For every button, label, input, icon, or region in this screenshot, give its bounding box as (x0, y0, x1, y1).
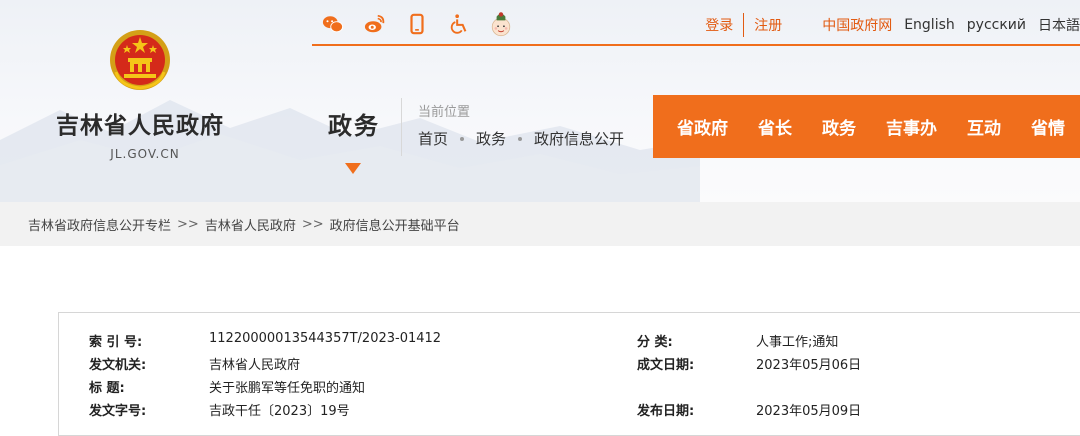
main-nav: 省政府 省长 政务 吉事办 互动 省情 (653, 95, 1080, 158)
info-row: 标 题: 关于张鹏军等任免职的通知 (59, 377, 1080, 401)
nav-item-affairs[interactable]: 政务 (822, 114, 856, 139)
nav-item-provincial-gov[interactable]: 省政府 (677, 114, 728, 139)
info-label: 成文日期: (637, 358, 695, 373)
info-value: 关于张鹏军等任免职的通知 (209, 381, 366, 396)
location-info-link[interactable]: 政府信息公开 (534, 128, 624, 149)
info-label: 索 引 号: (89, 335, 143, 350)
location-path: 首页 政务 政府信息公开 (418, 128, 624, 149)
site-domain: JL.GOV.CN (110, 147, 180, 161)
breadcrumb-separator: >> (301, 216, 324, 232)
nav-item-jishiban[interactable]: 吉事办 (886, 114, 937, 139)
info-row: 索 引 号: 11220000013544357T/2023-01412 分 类… (59, 331, 1080, 355)
wechat-icon[interactable] (322, 13, 344, 35)
info-label: 发文字号: (89, 404, 147, 419)
lang-link-japanese[interactable]: 日本語 (1038, 15, 1080, 35)
site-title[interactable]: 吉林省人民政府 (56, 106, 234, 140)
mobile-icon[interactable] (406, 13, 428, 35)
info-value: 2023年05月06日 (756, 358, 862, 373)
info-label: 发布日期: (637, 404, 695, 419)
info-label: 分 类: (637, 335, 673, 350)
info-value: 吉政干任〔2023〕19号 (209, 404, 350, 419)
login-link[interactable]: 登录 (695, 15, 743, 35)
accessibility-icon[interactable] (448, 13, 470, 35)
location-affairs-link[interactable]: 政务 (476, 128, 506, 149)
nav-item-governor[interactable]: 省长 (758, 114, 792, 139)
elder-mode-icon[interactable] (490, 12, 512, 37)
lang-link-gov-cn[interactable]: 中国政府网 (822, 15, 892, 35)
breadcrumb-item[interactable]: 吉林省政府信息公开专栏 (28, 215, 171, 234)
top-icons (322, 6, 512, 42)
info-value: 11220000013544357T/2023-01412 (209, 331, 442, 346)
header-divider (401, 98, 402, 156)
lang-link-english[interactable]: English (904, 17, 955, 33)
national-emblem-icon (110, 30, 170, 90)
info-row: 发文机关: 吉林省人民政府 成文日期: 2023年05月06日 (59, 354, 1080, 378)
register-link[interactable]: 注册 (744, 15, 792, 35)
info-label: 标 题: (89, 381, 125, 396)
weibo-icon[interactable] (364, 13, 386, 35)
nav-item-province-info[interactable]: 省情 (1031, 114, 1065, 139)
section-label: 政务 (328, 112, 380, 140)
nav-item-interaction[interactable]: 互动 (967, 114, 1001, 139)
section-arrow-icon (345, 163, 361, 174)
breadcrumb-item[interactable]: 政府信息公开基础平台 (330, 215, 460, 234)
location-separator (518, 136, 523, 141)
top-bar: 登录 注册 中国政府网 English русский 日本語 (312, 0, 1080, 46)
document-info-box: 索 引 号: 11220000013544357T/2023-01412 分 类… (58, 312, 1080, 436)
breadcrumb-separator: >> (177, 216, 199, 232)
location-home-link[interactable]: 首页 (418, 128, 448, 149)
breadcrumb-item[interactable]: 吉林省人民政府 (205, 215, 296, 234)
location-separator (460, 136, 465, 141)
info-value: 人事工作;通知 (756, 335, 839, 350)
info-label: 发文机关: (89, 358, 147, 373)
breadcrumb: 吉林省政府信息公开专栏 >> 吉林省人民政府 >> 政府信息公开基础平台 (0, 202, 1080, 246)
top-links: 登录 注册 中国政府网 English русский 日本語 (695, 12, 1080, 38)
lang-link-russian[interactable]: русский (967, 17, 1026, 33)
info-value: 吉林省人民政府 (209, 358, 301, 373)
info-value: 2023年05月09日 (756, 404, 862, 419)
info-row: 发文字号: 吉政干任〔2023〕19号 发布日期: 2023年05月09日 (59, 400, 1080, 424)
location-title: 当前位置 (418, 105, 471, 120)
